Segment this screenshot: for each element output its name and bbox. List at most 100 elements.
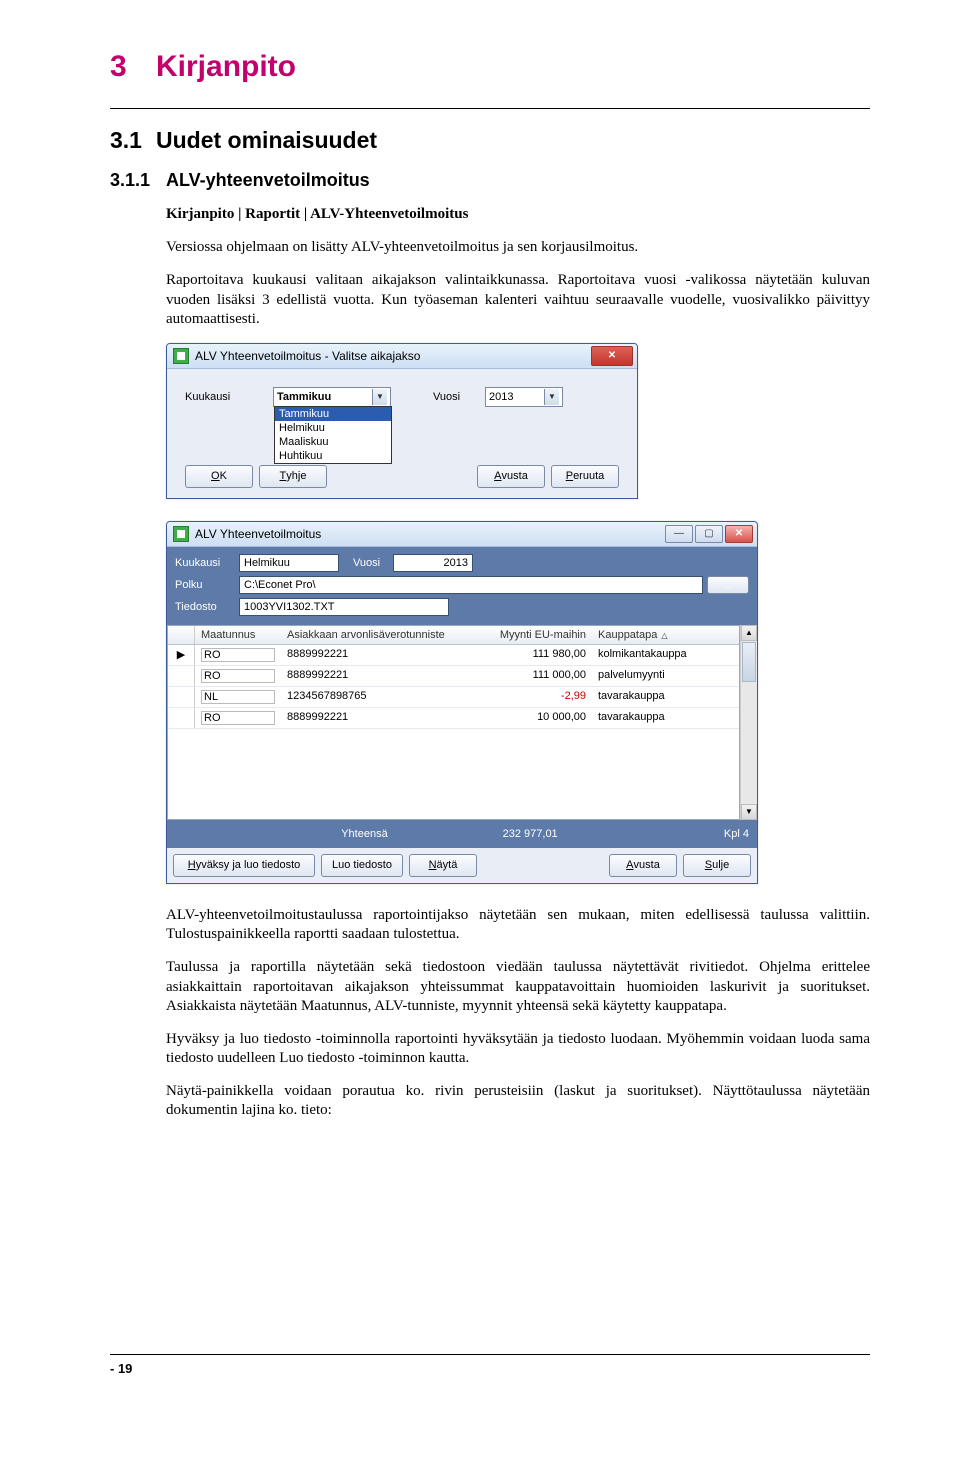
col-tradetype[interactable]: Kauppatapa△ bbox=[592, 626, 739, 644]
paragraph-5: Näytä-painikkella voidaan porautua ko. r… bbox=[166, 1082, 870, 1120]
cell-sales: 111 000,00 bbox=[475, 666, 592, 686]
totals-label: Yhteensä bbox=[341, 828, 387, 840]
cell-country[interactable] bbox=[195, 645, 281, 665]
h1-number: 3 bbox=[110, 50, 156, 84]
field-path[interactable]: C:\Econet Pro\ bbox=[239, 576, 703, 594]
row-selector[interactable] bbox=[168, 708, 195, 728]
vertical-scrollbar[interactable]: ▲ ▼ bbox=[740, 625, 757, 820]
scroll-up-icon[interactable]: ▲ bbox=[741, 625, 757, 641]
country-input[interactable] bbox=[201, 711, 275, 725]
dropdown-option[interactable]: Huhtikuu bbox=[275, 449, 391, 463]
dropdown-option[interactable]: Tammikuu bbox=[275, 407, 391, 421]
help-button[interactable]: AvustaAvusta bbox=[477, 465, 545, 488]
country-input[interactable] bbox=[201, 669, 275, 683]
browse-button[interactable]: ... bbox=[707, 576, 749, 594]
close-icon[interactable]: ✕ bbox=[725, 525, 753, 543]
country-input[interactable] bbox=[201, 690, 275, 704]
label-path: Polku bbox=[175, 579, 239, 591]
cancel-button[interactable]: PeruutaPeruuta bbox=[551, 465, 619, 488]
approve-create-button[interactable]: Hyväksy ja luo tiedostoHyväksy ja luo ti… bbox=[173, 854, 315, 877]
divider bbox=[110, 108, 870, 109]
close-button[interactable]: SuljeSulje bbox=[683, 854, 751, 877]
field-year[interactable]: 2013 bbox=[393, 554, 473, 572]
maximize-icon[interactable]: ▢ bbox=[695, 525, 723, 543]
sort-asc-icon: △ bbox=[661, 631, 667, 640]
field-month[interactable]: Helmikuu bbox=[239, 554, 339, 572]
totals-value: 232 977,01 bbox=[448, 828, 558, 840]
year-value: 2013 bbox=[489, 391, 513, 403]
breadcrumb: Kirjanpito | Raportit | ALV-Yhteenvetoil… bbox=[166, 205, 870, 224]
cell-tradetype: palvelumyynti bbox=[592, 666, 739, 686]
row-selector[interactable] bbox=[168, 687, 195, 707]
minimize-icon[interactable]: — bbox=[665, 525, 693, 543]
chevron-down-icon[interactable]: ▼ bbox=[372, 389, 387, 405]
count-value: 4 bbox=[743, 828, 749, 840]
table-header: Maatunnus Asiakkaan arvonlisäverotunnist… bbox=[168, 626, 739, 645]
cell-vatid: 8889992221 bbox=[281, 645, 475, 665]
year-combo[interactable]: 2013 ▼ bbox=[485, 387, 563, 407]
heading-1: 3Kirjanpito bbox=[110, 50, 870, 84]
dlg1-titlebar[interactable]: ALV Yhteenvetoilmoitus - Valitse aikajak… bbox=[167, 344, 637, 369]
close-icon[interactable]: ✕ bbox=[591, 346, 633, 366]
data-table: Maatunnus Asiakkaan arvonlisäverotunnist… bbox=[167, 625, 740, 820]
ok-button[interactable]: OOKK bbox=[185, 465, 253, 488]
cell-sales: 111 980,00 bbox=[475, 645, 592, 665]
cell-country[interactable] bbox=[195, 708, 281, 728]
cell-country[interactable] bbox=[195, 666, 281, 686]
table-row[interactable]: ▶ 8889992221111 980,00kolmikantakauppa bbox=[168, 645, 739, 666]
dropdown-option[interactable]: Helmikuu bbox=[275, 421, 391, 435]
app-icon bbox=[173, 526, 189, 542]
cell-vatid: 8889992221 bbox=[281, 708, 475, 728]
page-number: - 19 bbox=[110, 1361, 132, 1376]
month-value: Tammikuu bbox=[277, 391, 331, 403]
chevron-down-icon[interactable]: ▼ bbox=[544, 389, 559, 405]
heading-2: 3.1Uudet ominaisuudet bbox=[110, 127, 870, 154]
h1-text: Kirjanpito bbox=[156, 50, 296, 83]
table-empty-area bbox=[168, 729, 739, 819]
cell-tradetype: kolmikantakauppa bbox=[592, 645, 739, 665]
screenshot-summary-window: ALV Yhteenvetoilmoitus — ▢ ✕ Kuukausi He… bbox=[166, 521, 870, 884]
totals-row: Yhteensä 232 977,01 Kpl 4 bbox=[167, 820, 757, 848]
col-sales[interactable]: Myynti EU-maihin bbox=[475, 626, 592, 644]
heading-3: 3.1.1ALV-yhteenvetoilmoitus bbox=[110, 170, 870, 191]
count-label: Kpl bbox=[724, 828, 740, 840]
show-button[interactable]: NäytäNäytä bbox=[409, 854, 477, 877]
paragraph-4: Hyväksy ja luo tiedosto -toiminnolla rap… bbox=[166, 1030, 870, 1068]
cell-vatid: 1234567898765 bbox=[281, 687, 475, 707]
dropdown-option[interactable]: Maaliskuu bbox=[275, 435, 391, 449]
country-input[interactable] bbox=[201, 648, 275, 662]
cell-sales: -2,99 bbox=[475, 687, 592, 707]
help-button[interactable]: AvustaAvusta bbox=[609, 854, 677, 877]
table-row[interactable]: 8889992221111 000,00palvelumyynti bbox=[168, 666, 739, 687]
cell-tradetype: tavarakauppa bbox=[592, 708, 739, 728]
h3-number: 3.1.1 bbox=[110, 170, 166, 191]
paragraph-2: ALV-yhteenvetoilmoitustaulussa raportoin… bbox=[166, 906, 870, 944]
label-file: Tiedosto bbox=[175, 601, 239, 613]
table-row[interactable]: 888999222110 000,00tavarakauppa bbox=[168, 708, 739, 729]
row-selector[interactable]: ▶ bbox=[168, 645, 195, 665]
label-year: Vuosi bbox=[353, 557, 393, 569]
scroll-thumb[interactable] bbox=[742, 642, 756, 682]
month-dropdown[interactable]: Tammikuu Helmikuu Maaliskuu Huhtikuu bbox=[274, 406, 392, 464]
cell-sales: 10 000,00 bbox=[475, 708, 592, 728]
month-combo[interactable]: Tammikuu ▼ Tammikuu Helmikuu Maaliskuu H… bbox=[273, 387, 391, 407]
dlg2-titlebar[interactable]: ALV Yhteenvetoilmoitus — ▢ ✕ bbox=[167, 522, 757, 547]
h2-text: Uudet ominaisuudet bbox=[156, 127, 377, 153]
scroll-down-icon[interactable]: ▼ bbox=[741, 804, 757, 820]
col-vatid[interactable]: Asiakkaan arvonlisäverotunniste bbox=[281, 626, 475, 644]
label-month: Kuukausi bbox=[175, 557, 239, 569]
cell-vatid: 8889992221 bbox=[281, 666, 475, 686]
create-file-button[interactable]: Luo tiedosto bbox=[321, 854, 403, 877]
cell-country[interactable] bbox=[195, 687, 281, 707]
col-country[interactable]: Maatunnus bbox=[195, 626, 281, 644]
clear-button[interactable]: TyhjeTyhjennä bbox=[259, 465, 327, 488]
label-month: Kuukausi bbox=[185, 391, 261, 403]
h2-number: 3.1 bbox=[110, 127, 156, 154]
table-row[interactable]: 1234567898765-2,99tavarakauppa bbox=[168, 687, 739, 708]
h3-text: ALV-yhteenvetoilmoitus bbox=[166, 170, 370, 190]
field-file[interactable]: 1003YVI1302.TXT bbox=[239, 598, 449, 616]
paragraph-3: Taulussa ja raportilla näytetään sekä ti… bbox=[166, 958, 870, 1016]
paragraph-1: Raportoitava kuukausi valitaan aikajakso… bbox=[166, 271, 870, 329]
screenshot-select-period: ALV Yhteenvetoilmoitus - Valitse aikajak… bbox=[166, 343, 870, 499]
row-selector[interactable] bbox=[168, 666, 195, 686]
